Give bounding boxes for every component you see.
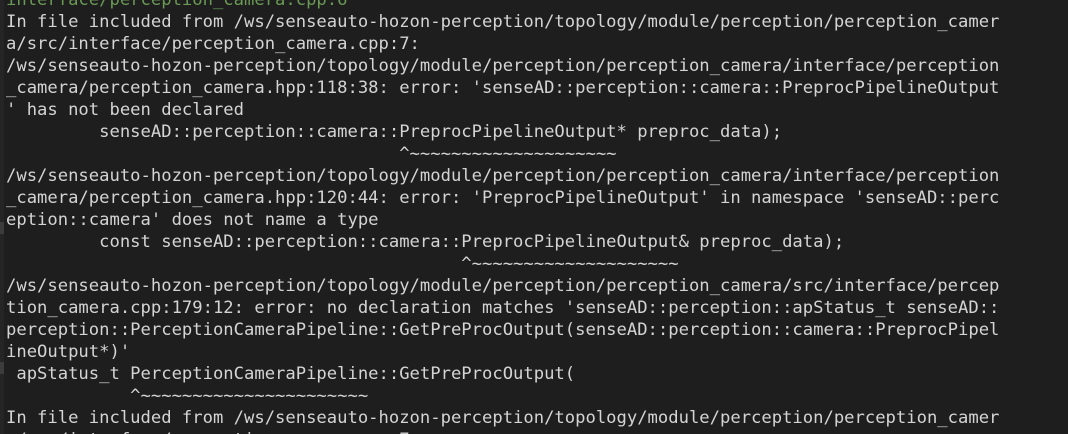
terminal-line: /ws/senseauto-hozon-perception/topology/…: [6, 56, 1000, 76]
terminal-line: ^~~~~~~~~~~~~~~~~~~~~: [6, 254, 679, 274]
terminal-line: interface/perception_camera.cpp:6: [6, 0, 348, 10]
terminal-line: ^~~~~~~~~~~~~~~~~~~~~: [6, 144, 617, 164]
gutter-marker: [0, 362, 4, 374]
terminal-panel[interactable]: interface/perception_camera.cpp:6 In file…: [0, 0, 1068, 434]
terminal-line: a/src/interface/perception_camera.cpp:7:: [6, 429, 1066, 434]
gutter-marker: [0, 222, 4, 234]
terminal-output[interactable]: interface/perception_camera.cpp:6 In file…: [6, 0, 1066, 434]
terminal-line: const senseAD::perception::camera::Prepr…: [6, 232, 845, 252]
terminal-line: _camera/perception_camera.hpp:118:38: er…: [6, 78, 1000, 98]
terminal-line: tion_camera.cpp:179:12: error: no declar…: [6, 298, 1000, 318]
terminal-line: In file included from /ws/senseauto-hozo…: [6, 12, 1000, 32]
terminal-line: /ws/senseauto-hozon-perception/topology/…: [6, 276, 1000, 296]
terminal-line: _camera/perception_camera.hpp:120:44: er…: [6, 188, 1000, 208]
terminal-line: ^~~~~~~~~~~~~~~~~~~~~~~: [6, 386, 369, 406]
terminal-line: eption::camera' does not name a type: [6, 210, 379, 230]
terminal-line: ' has not been declared: [6, 100, 244, 120]
terminal-line: a/src/interface/perception_camera.cpp:7:: [6, 34, 420, 54]
terminal-line: In file included from /ws/senseauto-hozo…: [6, 408, 1000, 428]
terminal-line: /ws/senseauto-hozon-perception/topology/…: [6, 166, 1000, 186]
terminal-line: ineOutput*)': [6, 342, 131, 362]
terminal-line: senseAD::perception::camera::PreprocPipe…: [6, 122, 783, 142]
terminal-gutter: [0, 0, 4, 434]
terminal-line: perception::PerceptionCameraPipeline::Ge…: [6, 320, 1000, 340]
terminal-line: apStatus_t PerceptionCameraPipeline::Get…: [6, 364, 576, 384]
